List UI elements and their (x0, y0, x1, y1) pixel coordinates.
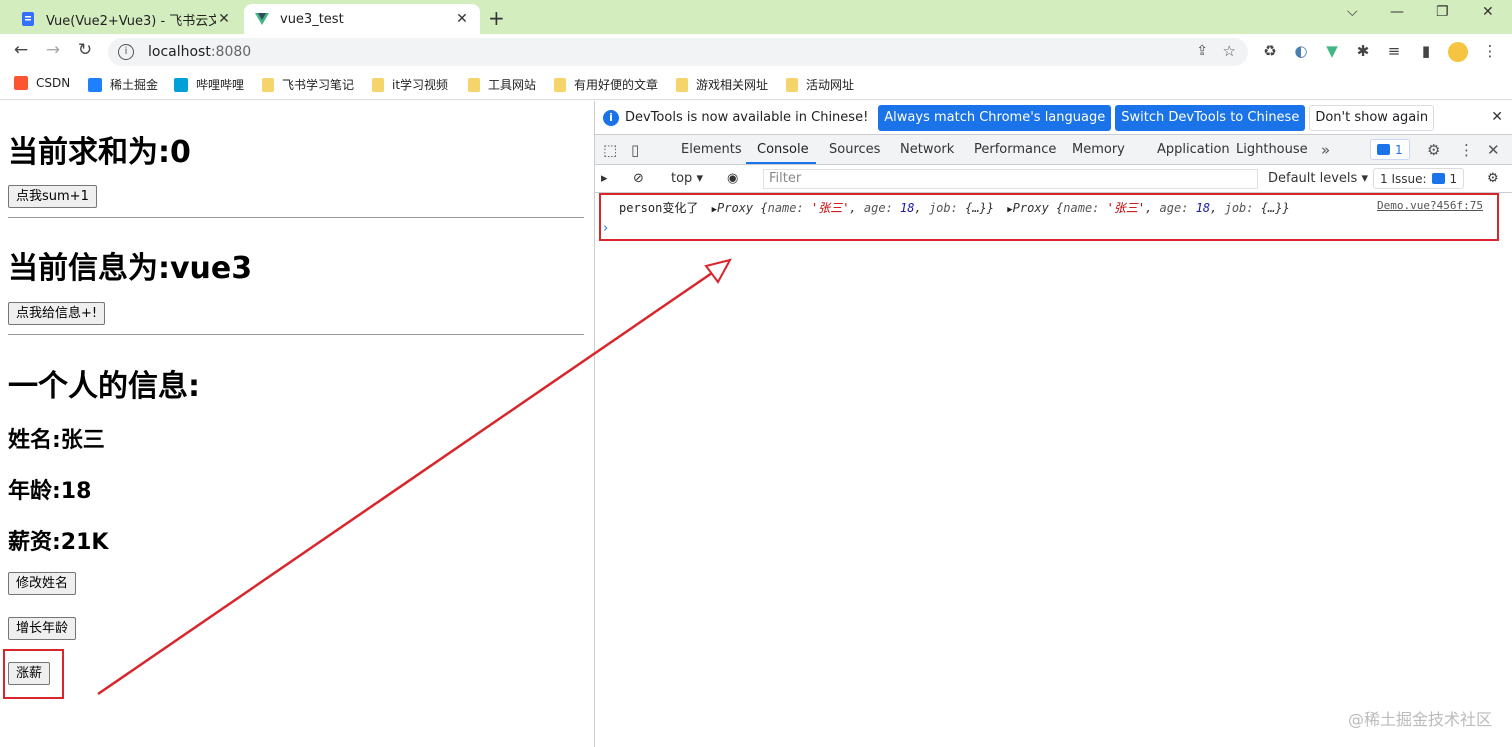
watermark: @稀土掘金技术社区 (1347, 710, 1492, 729)
annotation-arrow (97, 258, 732, 696)
